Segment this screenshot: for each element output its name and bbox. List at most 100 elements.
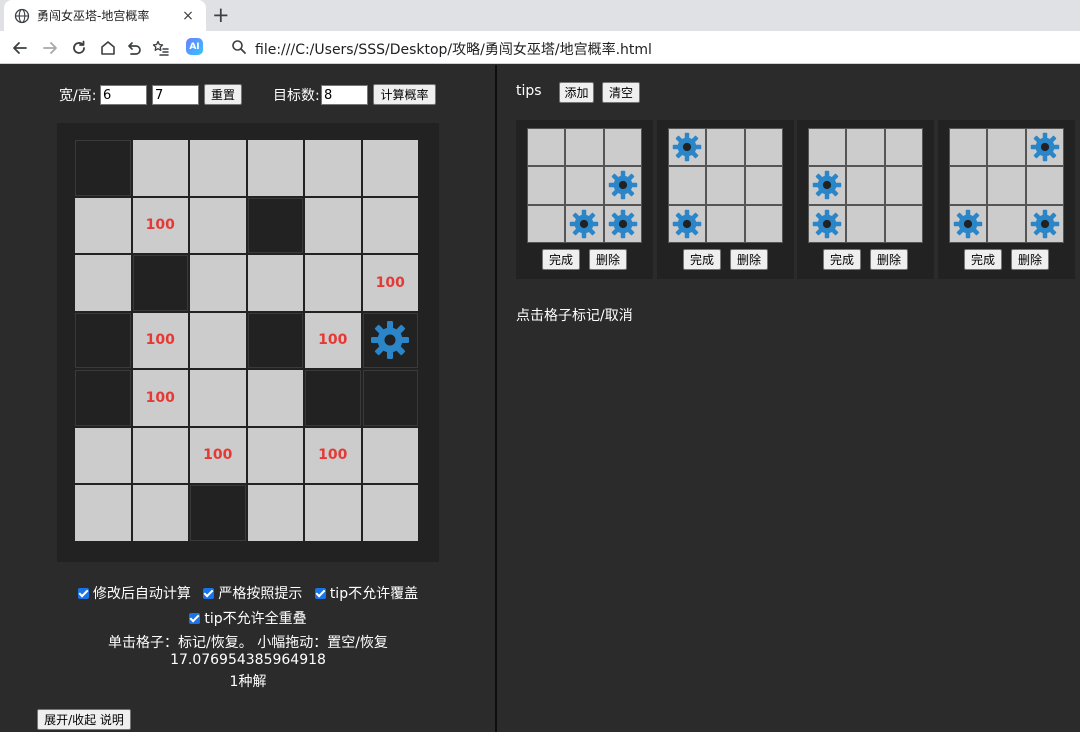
toggle-help-button[interactable]: 展开/收起 说明 [37, 709, 131, 730]
board-cell[interactable] [132, 140, 188, 196]
board-cell[interactable] [305, 140, 361, 196]
tip-cell[interactable] [745, 167, 782, 204]
board-cell-empty[interactable] [132, 255, 188, 311]
tip-no-cover-checkbox[interactable]: tip不允许覆盖 [314, 583, 418, 603]
board-cell[interactable] [132, 427, 188, 483]
board-cell[interactable] [190, 255, 246, 311]
tip-cell[interactable] [707, 129, 744, 166]
tip-cell-gear[interactable] [604, 167, 641, 204]
tip-cell[interactable] [950, 129, 987, 166]
board-cell[interactable] [247, 485, 303, 541]
board-cell-marked[interactable]: 100 [132, 197, 188, 253]
board-cell[interactable] [190, 197, 246, 253]
tip-done-button[interactable]: 完成 [823, 249, 861, 270]
tip-cell[interactable] [988, 167, 1025, 204]
tip-cell-gear[interactable] [669, 205, 706, 242]
new-tab-button[interactable]: + [212, 3, 230, 27]
board-cell[interactable] [75, 485, 131, 541]
undo-button[interactable] [124, 38, 144, 58]
board-cell-marked[interactable]: 100 [305, 312, 361, 368]
tip-cell-gear[interactable] [604, 205, 641, 242]
strict-hint-checkbox[interactable]: 严格按照提示 [203, 583, 302, 603]
board-cell-empty[interactable] [75, 370, 131, 426]
tip-cell[interactable] [566, 167, 603, 204]
board-cell[interactable] [247, 427, 303, 483]
tip-cell[interactable] [745, 205, 782, 242]
calc-probability-button[interactable]: 计算概率 [373, 84, 436, 105]
tip-cell[interactable] [988, 205, 1025, 242]
tip-cell[interactable] [528, 167, 565, 204]
tip-cell[interactable] [885, 129, 922, 166]
board-cell[interactable] [362, 197, 418, 253]
tip-delete-button[interactable]: 删除 [1011, 249, 1049, 270]
forward-button[interactable] [40, 38, 60, 58]
board-cell[interactable] [190, 370, 246, 426]
close-icon[interactable]: × [180, 8, 196, 24]
board-cell-empty[interactable] [247, 312, 303, 368]
board-cell[interactable] [190, 140, 246, 196]
board-cell-gear[interactable] [362, 312, 418, 368]
board-cell[interactable] [305, 255, 361, 311]
board-cell[interactable] [247, 140, 303, 196]
tip-cell[interactable] [528, 129, 565, 166]
tip-cell[interactable] [847, 129, 884, 166]
board-cell[interactable] [305, 485, 361, 541]
clear-tips-button[interactable]: 清空 [602, 82, 640, 103]
board-cell[interactable] [362, 427, 418, 483]
board-cell-marked[interactable]: 100 [190, 427, 246, 483]
tip-delete-button[interactable]: 删除 [730, 249, 768, 270]
back-button[interactable] [10, 38, 30, 58]
board-cell[interactable] [75, 255, 131, 311]
tip-cell[interactable] [988, 129, 1025, 166]
tip-cell[interactable] [885, 205, 922, 242]
height-input[interactable] [152, 85, 199, 105]
board-cell-marked[interactable]: 100 [305, 427, 361, 483]
tip-cell[interactable] [707, 167, 744, 204]
tip-done-button[interactable]: 完成 [542, 249, 580, 270]
tip-cell[interactable] [528, 205, 565, 242]
tip-cell[interactable] [566, 129, 603, 166]
board-cell-empty[interactable] [75, 140, 131, 196]
tip-no-overlap-checkbox[interactable]: tip不允许全重叠 [189, 608, 307, 628]
reload-button[interactable] [69, 38, 89, 58]
tip-cell[interactable] [809, 129, 846, 166]
board-cell-marked[interactable]: 100 [362, 255, 418, 311]
tip-delete-button[interactable]: 删除 [589, 249, 627, 270]
address-input[interactable]: file:///C:/Users/SSS/Desktop/攻略/勇闯女巫塔/地宫… [255, 39, 652, 59]
tip-cell-gear[interactable] [950, 205, 987, 242]
tip-cell[interactable] [669, 167, 706, 204]
board-cell[interactable] [362, 140, 418, 196]
tip-cell[interactable] [847, 167, 884, 204]
tip-delete-button[interactable]: 删除 [870, 249, 908, 270]
board-cell-empty[interactable] [247, 197, 303, 253]
tip-done-button[interactable]: 完成 [683, 249, 721, 270]
board-cell-empty[interactable] [305, 370, 361, 426]
board-cell[interactable] [190, 312, 246, 368]
tip-cell[interactable] [604, 129, 641, 166]
board-cell-empty[interactable] [362, 370, 418, 426]
tip-cell-gear[interactable] [1026, 129, 1063, 166]
home-button[interactable] [98, 38, 118, 58]
tab-active[interactable]: 勇闯女巫塔-地宫概率 × [4, 0, 206, 31]
tip-done-button[interactable]: 完成 [964, 249, 1002, 270]
tip-cell[interactable] [1026, 167, 1063, 204]
tip-cell-gear[interactable] [809, 205, 846, 242]
width-input[interactable] [100, 85, 147, 105]
board-cell[interactable] [247, 255, 303, 311]
board-cell[interactable] [132, 485, 188, 541]
tip-cell-gear[interactable] [809, 167, 846, 204]
board-cell[interactable] [305, 197, 361, 253]
tip-cell-gear[interactable] [566, 205, 603, 242]
board-cell-empty[interactable] [75, 312, 131, 368]
board-cell-marked[interactable]: 100 [132, 370, 188, 426]
tip-cell[interactable] [950, 167, 987, 204]
ai-assistant-icon[interactable]: AI [186, 38, 203, 55]
board-cell[interactable] [247, 370, 303, 426]
tip-cell[interactable] [707, 205, 744, 242]
target-input[interactable] [321, 85, 368, 105]
auto-calc-checkbox[interactable]: 修改后自动计算 [77, 583, 191, 603]
tip-cell-gear[interactable] [669, 129, 706, 166]
board-cell[interactable] [75, 427, 131, 483]
tip-cell[interactable] [745, 129, 782, 166]
board-cell-marked[interactable]: 100 [132, 312, 188, 368]
